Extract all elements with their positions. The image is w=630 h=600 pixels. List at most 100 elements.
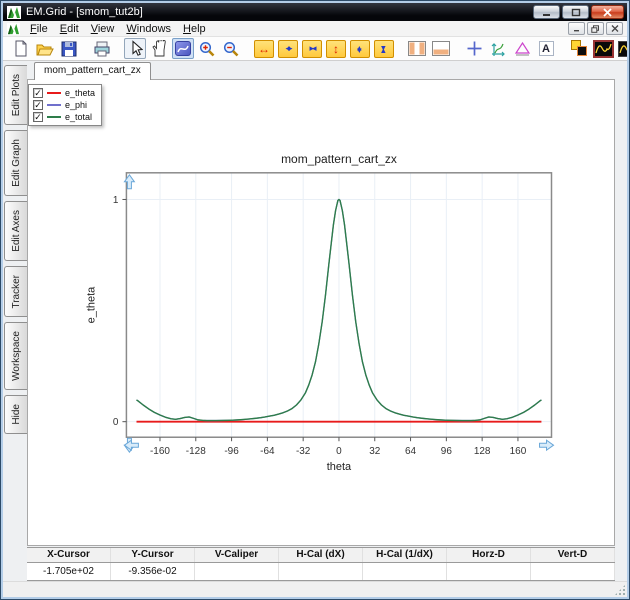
plot-title: mom_pattern_cart_zx xyxy=(281,152,397,166)
x-axis-full-scale-button[interactable]: ↔ xyxy=(253,38,275,59)
sidebar-tab-hide[interactable]: Hide xyxy=(4,395,27,434)
window-title: EM.Grid - [smom_tut2b] xyxy=(26,6,143,18)
toolbar: ↔ ◂▸ ▸◂ ↕ ◂▸ ▸◂ xyxy=(3,37,627,61)
plot-canvas[interactable]: -160-128-96-64-32032649612816001mom_patt… xyxy=(28,80,614,545)
minimize-icon xyxy=(542,8,552,17)
client-area: Edit Plots Edit Graph Edit Axes Tracker Work… xyxy=(3,61,627,581)
x-axis-expand-button[interactable]: ◂▸ xyxy=(277,38,299,59)
close-icon xyxy=(603,8,612,17)
select-tool-button[interactable] xyxy=(124,38,146,59)
mdi-close-icon xyxy=(611,25,619,32)
sidebar-tab-label: Tracker xyxy=(11,275,22,309)
resize-grip[interactable] xyxy=(614,584,626,596)
y-axis-compress-button[interactable]: ▸◂ xyxy=(373,38,395,59)
cursor-arrow-icon xyxy=(127,40,143,57)
x-axis-compress-button[interactable]: ▸◂ xyxy=(301,38,323,59)
x-tick-label: 96 xyxy=(441,446,453,457)
region-zoom-button[interactable] xyxy=(172,38,194,59)
legend-item-e_phi: ✓ e_phi xyxy=(33,100,95,110)
menu-bar: File Edit View Windows Help xyxy=(3,21,627,37)
magnifier-minus-icon xyxy=(222,40,240,58)
pan-tool-button[interactable] xyxy=(148,38,170,59)
zoom-out-button[interactable] xyxy=(220,38,242,59)
vertical-arrows-outward-icon: ◂▸ xyxy=(350,40,370,58)
legend-checkbox-e_phi[interactable]: ✓ xyxy=(33,100,43,110)
close-button[interactable] xyxy=(591,5,624,19)
x-tick-label: -128 xyxy=(186,446,206,457)
cursor-value-cell xyxy=(447,563,531,580)
print-button[interactable] xyxy=(91,38,113,59)
sidebar-tab-edit-graph[interactable]: Edit Graph xyxy=(4,130,27,196)
pan-right-arrow[interactable] xyxy=(540,440,554,450)
sidebar-tab-edit-plots[interactable]: Edit Plots xyxy=(4,65,27,125)
waveform-window-button-2[interactable] xyxy=(616,38,627,59)
cursor-column-header: V-Caliper xyxy=(195,548,279,562)
legend-checkbox-e_total[interactable]: ✓ xyxy=(33,112,43,122)
menu-view[interactable]: View xyxy=(85,22,121,36)
minimize-button[interactable] xyxy=(533,5,560,19)
legend-label: e_phi xyxy=(65,100,87,110)
x-tick-label: 0 xyxy=(336,446,342,457)
menu-file[interactable]: File xyxy=(24,22,54,36)
axes-tool-button[interactable] xyxy=(487,38,509,59)
x-tick-label: -96 xyxy=(224,446,239,457)
mdi-minimize-icon xyxy=(573,25,581,32)
sidebar-tabs: Edit Plots Edit Graph Edit Axes Tracker Work… xyxy=(4,65,29,434)
restore-icon xyxy=(571,8,581,17)
y-axis-full-scale-button[interactable]: ↕ xyxy=(325,38,347,59)
y-axis-expand-button[interactable]: ◂▸ xyxy=(349,38,371,59)
cursor-value-cell xyxy=(195,563,279,580)
open-file-button[interactable] xyxy=(34,38,56,59)
mdi-close-button[interactable] xyxy=(606,22,623,35)
horizontal-split-icon xyxy=(432,41,450,56)
sidebar-tab-label: Edit Axes xyxy=(11,210,22,252)
axes-icon xyxy=(489,40,507,57)
y-axis-label: e_theta xyxy=(85,286,97,323)
legend-label: e_total xyxy=(65,112,92,122)
sidebar-tab-label: Hide xyxy=(11,404,22,425)
menu-windows[interactable]: Windows xyxy=(120,22,177,36)
split-vertical-button[interactable] xyxy=(406,38,428,59)
sidebar-tab-workspace[interactable]: Workspace xyxy=(4,322,27,390)
stacked-squares-icon xyxy=(570,40,588,57)
overlay-plots-button[interactable] xyxy=(568,38,590,59)
menu-edit[interactable]: Edit xyxy=(54,22,85,36)
save-file-button[interactable] xyxy=(58,38,80,59)
y-tick-label: 0 xyxy=(113,417,119,428)
caliper-tool-button[interactable] xyxy=(511,38,533,59)
sine-wave-icon xyxy=(618,41,628,57)
hand-icon xyxy=(151,40,167,57)
plot-legend: ✓e_theta✓e_phi✓e_total xyxy=(28,84,102,126)
cursor-value-cell: -1.705e+02 xyxy=(27,563,111,580)
legend-line-sample xyxy=(47,104,61,106)
sidebar-tab-tracker[interactable]: Tracker xyxy=(4,266,27,318)
cursor-value-cell: -9.356e-02 xyxy=(111,563,195,580)
open-folder-icon xyxy=(36,41,54,56)
mdi-restore-button[interactable] xyxy=(587,22,604,35)
legend-checkbox-e_theta[interactable]: ✓ xyxy=(33,88,43,98)
cursor-column-header: Vert-D xyxy=(531,548,615,562)
sidebar-tab-edit-axes[interactable]: Edit Axes xyxy=(4,201,27,261)
maximize-button[interactable] xyxy=(562,5,589,19)
text-tool-button[interactable]: A xyxy=(535,38,557,59)
y-tick-label: 1 xyxy=(113,195,119,206)
arrows-inward-icon: ▸◂ xyxy=(302,40,322,58)
cursor-table-row-hdr: X-CursorY-CursorV-CaliperH-Cal (dX)H-Cal… xyxy=(27,547,615,562)
split-horizontal-button[interactable] xyxy=(430,38,452,59)
zoom-region-icon xyxy=(175,41,191,56)
blank-page-icon xyxy=(13,40,29,57)
new-file-button[interactable] xyxy=(10,38,32,59)
mdi-restore-icon xyxy=(591,25,600,33)
mdi-child-icon xyxy=(7,23,20,35)
sidebar-tab-label: Edit Plots xyxy=(11,74,22,116)
waveform-window-button-1[interactable] xyxy=(592,38,614,59)
x-tick-label: 160 xyxy=(510,446,527,457)
cursor-value-cell xyxy=(279,563,363,580)
menu-help[interactable]: Help xyxy=(177,22,212,36)
printer-icon xyxy=(93,41,111,57)
zoom-in-button[interactable] xyxy=(196,38,218,59)
titlebar: EM.Grid - [smom_tut2b] xyxy=(3,3,627,21)
crosshair-tool-button[interactable] xyxy=(463,38,485,59)
mdi-minimize-button[interactable] xyxy=(568,22,585,35)
document-tab[interactable]: mom_pattern_cart_zx xyxy=(34,62,151,80)
